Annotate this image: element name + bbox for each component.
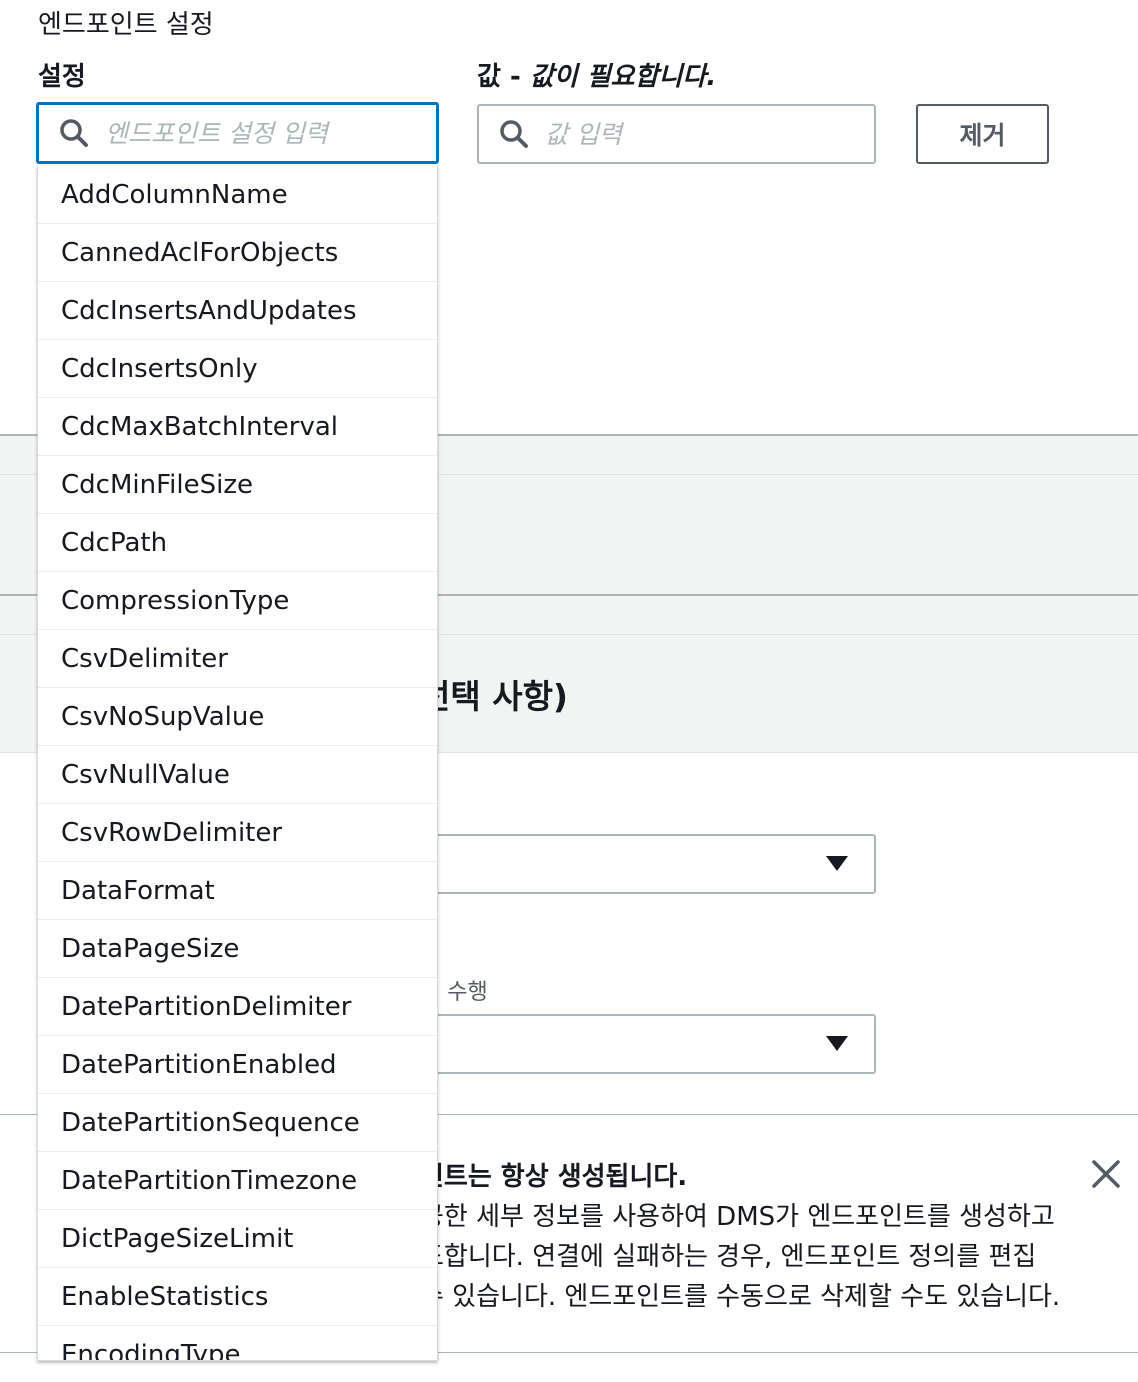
info-text-line: 도합니다. 연결에 실패하는 경우, 엔드포인트 정의를 편집 — [420, 1242, 1037, 1272]
dropdown-option[interactable]: DatePartitionTimezone — [38, 1152, 437, 1210]
info-title: 인트는 항상 생성됩니다. — [420, 1162, 688, 1192]
dropdown-option[interactable]: CdcInsertsAndUpdates — [38, 282, 437, 340]
value-input[interactable] — [545, 119, 825, 149]
dropdown-option[interactable]: DictPageSizeLimit — [38, 1210, 437, 1268]
dropdown-option[interactable]: EnableStatistics — [38, 1268, 437, 1326]
setting-dropdown-list[interactable]: AddColumnName CannedAclForObjects CdcIns… — [37, 166, 438, 1361]
dropdown-option[interactable]: AddColumnName — [38, 166, 437, 224]
value-required-text: 값이 필요합니다. — [529, 62, 717, 92]
remove-button[interactable]: 제거 — [916, 104, 1049, 164]
info-text-line: 수 있습니다. 엔드포인트를 수동으로 삭제할 수도 있습니다. — [420, 1282, 1061, 1312]
dropdown-option[interactable]: CdcMinFileSize — [38, 456, 437, 514]
search-icon — [500, 120, 528, 148]
dropdown-option[interactable]: CdcInsertsOnly — [38, 340, 437, 398]
value-label-text: 값 - — [477, 62, 530, 92]
dropdown-option[interactable]: CsvNoSupValue — [38, 688, 437, 746]
setting-search-input[interactable] — [105, 118, 385, 148]
value-label: 값 - 값이 필요합니다. — [477, 56, 716, 93]
migration-select-box[interactable] — [420, 1014, 876, 1074]
caret-down-icon — [826, 1036, 848, 1051]
dropdown-option[interactable]: DatePartitionDelimiter — [38, 978, 437, 1036]
dropdown-option[interactable]: EncodingType — [38, 1326, 437, 1360]
info-text-line: 공한 세부 정보를 사용하여 DMS가 엔드포인트를 생성하고 — [420, 1202, 1055, 1232]
setting-label: 설정 — [38, 62, 86, 92]
caret-down-icon — [826, 856, 848, 871]
value-search-box[interactable] — [477, 104, 876, 164]
dropdown-option[interactable]: CsvRowDelimiter — [38, 804, 437, 862]
dropdown-option[interactable]: DatePartitionEnabled — [38, 1036, 437, 1094]
close-icon[interactable] — [1090, 1158, 1122, 1190]
dropdown-option[interactable]: CompressionType — [38, 572, 437, 630]
dropdown-option[interactable]: CsvNullValue — [38, 746, 437, 804]
dropdown-option[interactable]: DataFormat — [38, 862, 437, 920]
setting-search-box[interactable] — [36, 102, 439, 164]
dropdown-option[interactable]: DataPageSize — [38, 920, 437, 978]
dropdown-options: AddColumnName CannedAclForObjects CdcIns… — [38, 166, 437, 1360]
search-icon — [60, 119, 88, 147]
optional-section-heading: 선택 사항) — [420, 677, 569, 716]
dropdown-option[interactable]: CdcMaxBatchInterval — [38, 398, 437, 456]
dropdown-option[interactable]: DatePartitionSequence — [38, 1094, 437, 1152]
section-title: 엔드포인트 설정 — [38, 10, 214, 40]
dropdown-option[interactable]: CannedAclForObjects — [38, 224, 437, 282]
dropdown-option[interactable]: CdcPath — [38, 514, 437, 572]
dropdown-option[interactable]: CsvDelimiter — [38, 630, 437, 688]
select-box[interactable] — [420, 834, 876, 894]
